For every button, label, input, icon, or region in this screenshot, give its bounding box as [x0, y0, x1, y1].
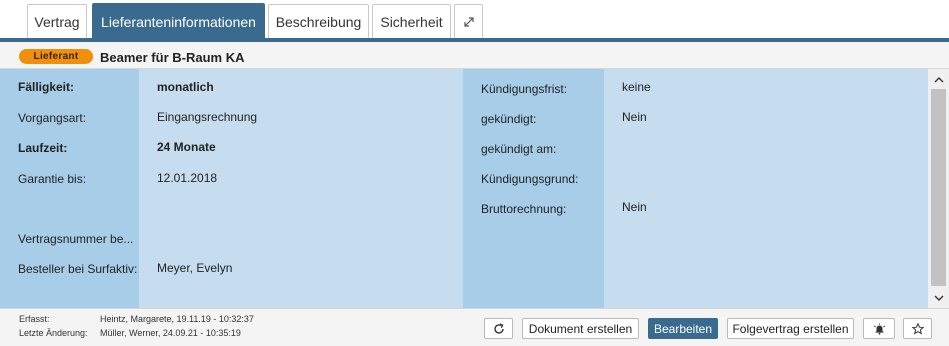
- refresh-button[interactable]: [484, 318, 513, 339]
- chevron-up-icon: [934, 76, 944, 83]
- expand-button[interactable]: [454, 4, 483, 38]
- field-label-gekuendigt: gekündigt:: [481, 112, 537, 126]
- tab-bar: Vertrag Lieferanteninformationen Beschre…: [0, 0, 949, 40]
- create-document-button[interactable]: Dokument erstellen: [522, 318, 639, 339]
- field-label-kuendigungsfrist: Kündigungsfrist:: [481, 82, 568, 96]
- field-label-vorgangsart: Vorgangsart:: [18, 111, 87, 125]
- tab-beschreibung[interactable]: Beschreibung: [268, 4, 369, 38]
- field-value-gekuendigt: Nein: [622, 110, 647, 124]
- scroll-thumb[interactable]: [931, 89, 946, 286]
- field-label-vertragsnummer: Vertragsnummer be...: [18, 232, 134, 246]
- chevron-down-icon: [934, 295, 944, 302]
- scroll-up-button[interactable]: [928, 71, 949, 87]
- supplier-badge: Lieferant: [19, 49, 93, 64]
- field-label-laufzeit: Laufzeit:: [18, 141, 68, 155]
- field-value-garantie: 12.01.2018: [157, 171, 218, 185]
- field-label-bruttorechnung: Bruttorechnung:: [481, 202, 567, 216]
- favorite-button[interactable]: [903, 318, 932, 339]
- refresh-icon: [493, 322, 505, 335]
- field-value-kuendigungsfrist: keine: [622, 80, 651, 94]
- field-value-besteller: Meyer, Evelyn: [157, 261, 233, 275]
- field-value-vorgangsart: Eingangsrechnung: [157, 110, 258, 124]
- tab-lieferanteninformationen[interactable]: Lieferanteninformationen: [92, 3, 265, 40]
- notification-button[interactable]: [863, 318, 895, 339]
- field-label-garantie: Garantie bis:: [18, 172, 87, 186]
- vertical-scrollbar[interactable]: [928, 69, 949, 308]
- scroll-down-button[interactable]: [928, 290, 949, 306]
- edit-button[interactable]: Bearbeiten: [648, 318, 718, 339]
- last-changed-value: Müller, Werner, 24.09.21 - 10:35:19: [100, 328, 241, 338]
- created-label: Erfasst:: [19, 314, 50, 324]
- tab-vertrag[interactable]: Vertrag: [27, 4, 87, 38]
- record-header: Lieferant Beamer für B-Raum KA: [0, 42, 949, 69]
- detail-panel: Fälligkeit: monatlich Vorgangsart: Einga…: [0, 69, 928, 308]
- create-follow-up-contract-button[interactable]: Folgevertrag erstellen: [727, 318, 854, 339]
- field-label-besteller: Besteller bei Surfaktiv:: [18, 262, 138, 276]
- expand-icon: [463, 16, 475, 28]
- field-label-faelligkeit: Fälligkeit:: [18, 80, 75, 94]
- created-value: Heintz, Margarete, 19.11.19 - 10:32:37: [100, 314, 254, 324]
- right-label-column: [463, 69, 604, 308]
- field-value-faelligkeit: monatlich: [157, 80, 214, 94]
- field-value-laufzeit: 24 Monate: [157, 140, 216, 154]
- last-changed-label: Letzte Änderung:: [19, 328, 88, 338]
- field-value-bruttorechnung: Nein: [622, 200, 647, 214]
- footer-bar: Erfasst: Heintz, Margarete, 19.11.19 - 1…: [0, 308, 949, 346]
- field-label-kuendigungsgrund: Kündigungsgrund:: [481, 172, 579, 186]
- star-icon: [911, 322, 924, 335]
- record-title: Beamer für B-Raum KA: [100, 50, 245, 65]
- bell-icon: [873, 323, 886, 335]
- tab-sicherheit[interactable]: Sicherheit: [372, 4, 451, 38]
- field-label-gekuendigt-am: gekündigt am:: [481, 142, 557, 156]
